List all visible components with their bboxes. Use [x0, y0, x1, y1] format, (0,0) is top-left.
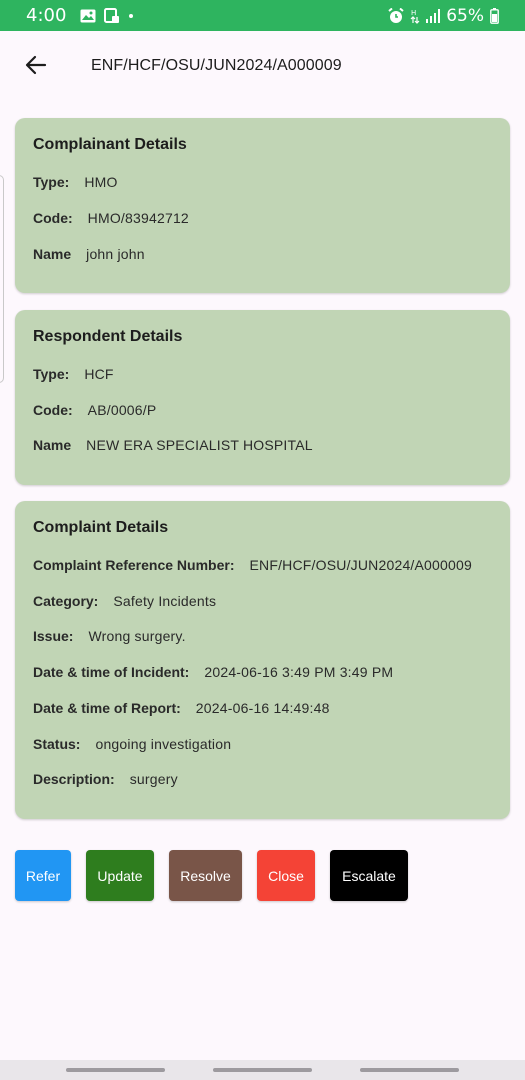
battery-icon	[490, 7, 499, 24]
back-button[interactable]	[20, 51, 52, 83]
close-button[interactable]: Close	[257, 850, 315, 901]
row-value: ongoing investigation	[95, 736, 232, 752]
row-value: NEW ERA SPECIALIST HOSPITAL	[86, 437, 313, 453]
alarm-icon	[388, 7, 404, 24]
update-button[interactable]: Update	[86, 850, 154, 901]
nav-home-handle[interactable]	[213, 1068, 312, 1072]
complainant-name-row: Name john john	[33, 246, 145, 262]
respondent-name-row: Name NEW ERA SPECIALIST HOSPITAL	[33, 437, 313, 453]
action-bar: Refer Update Resolve Close Escalate	[0, 850, 525, 902]
row-label: Code:	[33, 402, 73, 418]
complainant-card: Complainant Details Type: HMO Code: HMO/…	[15, 118, 510, 293]
respondent-title: Respondent Details	[33, 328, 183, 345]
complaint-category-row: Category: Safety Incidents	[33, 593, 216, 609]
complaint-title: Complaint Details	[33, 519, 169, 536]
row-value: surgery	[129, 771, 178, 787]
row-value: HCF	[84, 366, 114, 382]
signal-icon	[426, 8, 441, 23]
complaint-status-row: Status: ongoing investigation	[33, 736, 231, 752]
nav-back-handle[interactable]	[360, 1068, 459, 1072]
row-value: AB/0006/P	[87, 402, 157, 418]
complainant-type-row: Type: HMO	[33, 174, 118, 190]
row-label: Name	[33, 246, 72, 262]
complaint-incident-date-row: Date & time of Incident: 2024-06-16 3:49…	[33, 664, 393, 680]
row-label: Code:	[33, 210, 73, 226]
complaint-issue-row: Issue: Wrong surgery.	[33, 628, 186, 644]
dot-icon	[128, 13, 134, 19]
side-drawer-handle[interactable]	[0, 175, 4, 383]
row-value: ENF/HCF/OSU/JUN2024/A000009	[249, 557, 472, 573]
data-icon: H	[410, 8, 420, 24]
row-label: Description:	[33, 771, 115, 787]
arrow-left-icon	[24, 53, 48, 82]
row-label: Type:	[33, 174, 70, 190]
row-label: Date & time of Report:	[33, 700, 181, 716]
system-nav-bar	[0, 1060, 525, 1080]
row-label: Complaint Reference Number:	[33, 557, 235, 573]
row-value: 2024-06-16 14:49:48	[195, 700, 330, 716]
row-label: Status:	[33, 736, 81, 752]
refer-button[interactable]: Refer	[15, 850, 71, 901]
complainant-title: Complainant Details	[33, 136, 187, 153]
row-value: Safety Incidents	[113, 593, 217, 609]
row-value: HMO	[84, 174, 118, 190]
status-bar: 4:00 H 65%	[0, 0, 525, 31]
complainant-code-row: Code: HMO/83942712	[33, 210, 189, 226]
row-value: john john	[86, 246, 145, 262]
respondent-card: Respondent Details Type: HCF Code: AB/00…	[15, 310, 510, 485]
escalate-button[interactable]: Escalate	[330, 850, 408, 901]
status-time: 4:00	[26, 5, 67, 26]
row-label: Category:	[33, 593, 99, 609]
respondent-code-row: Code: AB/0006/P	[33, 402, 156, 418]
row-label: Issue:	[33, 628, 74, 644]
complaint-description-row: Description: surgery	[33, 771, 178, 787]
nav-recents-handle[interactable]	[66, 1068, 165, 1072]
complaint-report-date-row: Date & time of Report: 2024-06-16 14:49:…	[33, 700, 330, 716]
screenshot-icon	[104, 7, 120, 24]
row-value: Wrong surgery.	[88, 628, 186, 644]
complaint-reference-row: Complaint Reference Number: ENF/HCF/OSU/…	[33, 557, 472, 573]
complaint-card: Complaint Details Complaint Reference Nu…	[15, 501, 510, 819]
app-bar: ENF/HCF/OSU/JUN2024/A000009	[0, 31, 525, 103]
row-label: Date & time of Incident:	[33, 664, 190, 680]
resolve-button[interactable]: Resolve	[169, 850, 242, 901]
row-label: Name	[33, 437, 72, 453]
row-value: 2024-06-16 3:49 PM 3:49 PM	[204, 664, 394, 680]
image-icon	[80, 9, 96, 23]
page-title: ENF/HCF/OSU/JUN2024/A000009	[91, 57, 342, 74]
battery-percent: 65%	[446, 5, 484, 26]
row-label: Type:	[33, 366, 70, 382]
row-value: HMO/83942712	[87, 210, 189, 226]
svg-text:H: H	[411, 9, 416, 17]
respondent-type-row: Type: HCF	[33, 366, 114, 382]
